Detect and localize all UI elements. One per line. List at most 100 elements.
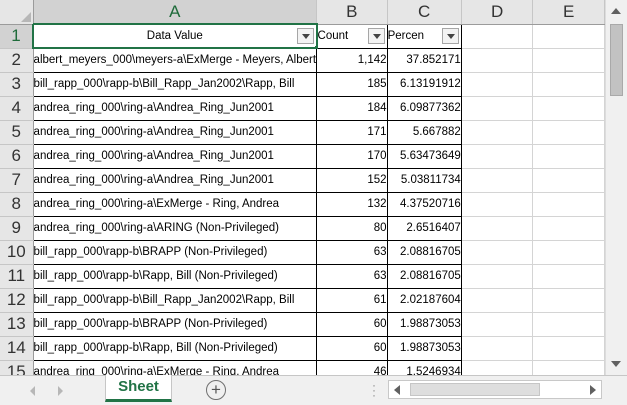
cell-empty-e[interactable] <box>532 288 605 313</box>
cell-empty-d[interactable] <box>461 168 534 193</box>
cell-count[interactable]: 185 <box>316 72 388 97</box>
cell-count[interactable]: 61 <box>316 288 388 313</box>
cell-percent[interactable]: 2.08816705 <box>387 264 462 289</box>
scroll-up-icon[interactable] <box>611 8 621 14</box>
select-all-corner[interactable] <box>0 0 34 25</box>
cell-percent[interactable]: 6.09877362 <box>387 96 462 121</box>
cell-count[interactable]: 1,142 <box>316 48 388 73</box>
cell-empty-e[interactable] <box>532 120 605 145</box>
cell-data-value[interactable]: bill_rapp_000\rapp-b\Rapp, Bill (Non-Pri… <box>32 264 318 289</box>
horizontal-scrollbar[interactable] <box>388 380 602 399</box>
cell-empty-d[interactable] <box>461 240 534 265</box>
spreadsheet-grid[interactable]: A B C D E 1 Data Value Count Percen 2 al… <box>0 0 605 375</box>
cell-d1[interactable] <box>461 24 534 49</box>
cell-empty-e[interactable] <box>532 96 605 121</box>
cell-empty-e[interactable] <box>532 144 605 169</box>
cell-a1-data-value[interactable]: Data Value <box>32 23 318 49</box>
cell-percent[interactable]: 2.02187604 <box>387 288 462 313</box>
column-header-a[interactable]: A <box>33 0 318 25</box>
cell-data-value[interactable]: andrea_ring_000\ring-a\ExMerge - Ring, A… <box>32 360 318 375</box>
filter-dropdown-b-icon[interactable] <box>367 27 385 44</box>
cell-count[interactable]: 132 <box>316 192 388 217</box>
cell-empty-d[interactable] <box>461 144 534 169</box>
row-header[interactable]: 4 <box>0 96 34 121</box>
cell-percent[interactable]: 1.98873053 <box>387 312 462 337</box>
cell-percent[interactable]: 2.08816705 <box>387 240 462 265</box>
scroll-right-icon[interactable] <box>590 385 596 395</box>
cell-count[interactable]: 46 <box>316 360 388 375</box>
row-header[interactable]: 3 <box>0 72 34 97</box>
cell-count[interactable]: 60 <box>316 336 388 361</box>
cell-empty-d[interactable] <box>461 96 534 121</box>
cell-c1-percent[interactable]: Percen <box>387 23 462 49</box>
row-header[interactable]: 7 <box>0 168 34 193</box>
column-header-b[interactable]: B <box>316 0 388 25</box>
column-header-d[interactable]: D <box>461 0 534 25</box>
cell-empty-d[interactable] <box>461 312 534 337</box>
cell-empty-e[interactable] <box>532 336 605 361</box>
cell-data-value[interactable]: andrea_ring_000\ring-a\Andrea_Ring_Jun20… <box>32 120 318 145</box>
cell-data-value[interactable]: andrea_ring_000\ring-a\ARING (Non-Privil… <box>32 216 318 241</box>
cell-empty-e[interactable] <box>532 312 605 337</box>
vertical-scroll-thumb[interactable] <box>610 24 623 96</box>
vertical-scrollbar[interactable] <box>605 0 627 375</box>
scroll-left-icon[interactable] <box>394 385 400 395</box>
sheet-nav-right-icon[interactable] <box>58 386 63 396</box>
cell-empty-e[interactable] <box>532 168 605 193</box>
cell-count[interactable]: 152 <box>316 168 388 193</box>
cell-empty-e[interactable] <box>532 240 605 265</box>
row-header[interactable]: 5 <box>0 120 34 145</box>
scroll-down-icon[interactable] <box>611 361 621 367</box>
cell-count[interactable]: 184 <box>316 96 388 121</box>
cell-empty-e[interactable] <box>532 72 605 97</box>
cell-empty-d[interactable] <box>461 72 534 97</box>
row-header[interactable]: 14 <box>0 336 34 361</box>
cell-empty-d[interactable] <box>461 48 534 73</box>
row-header[interactable]: 11 <box>0 264 34 289</box>
cell-empty-d[interactable] <box>461 216 534 241</box>
cell-b1-count[interactable]: Count <box>316 23 388 49</box>
row-header[interactable]: 10 <box>0 240 34 265</box>
cell-percent[interactable]: 37.852171 <box>387 48 462 73</box>
cell-empty-d[interactable] <box>461 360 534 375</box>
cell-data-value[interactable]: bill_rapp_000\rapp-b\Rapp, Bill (Non-Pri… <box>32 336 318 361</box>
row-header[interactable]: 9 <box>0 216 34 241</box>
row-header[interactable]: 8 <box>0 192 34 217</box>
cell-count[interactable]: 171 <box>316 120 388 145</box>
cell-data-value[interactable]: andrea_ring_000\ring-a\Andrea_Ring_Jun20… <box>32 144 318 169</box>
horizontal-scroll-thumb[interactable] <box>410 383 540 396</box>
row-header[interactable]: 12 <box>0 288 34 313</box>
cell-percent[interactable]: 2.6516407 <box>387 216 462 241</box>
cell-data-value[interactable]: albert_meyers_000\meyers-a\ExMerge - Mey… <box>32 48 318 73</box>
cell-empty-d[interactable] <box>461 288 534 313</box>
add-sheet-icon[interactable]: + <box>206 380 226 400</box>
cell-empty-e[interactable] <box>532 192 605 217</box>
cell-data-value[interactable]: andrea_ring_000\ring-a\Andrea_Ring_Jun20… <box>32 96 318 121</box>
cell-empty-d[interactable] <box>461 120 534 145</box>
cell-data-value[interactable]: bill_rapp_000\rapp-b\Bill_Rapp_Jan2002\R… <box>32 72 318 97</box>
splitter-dots-icon[interactable]: · · · <box>372 379 378 401</box>
cell-data-value[interactable]: andrea_ring_000\ring-a\Andrea_Ring_Jun20… <box>32 168 318 193</box>
cell-percent[interactable]: 1.98873053 <box>387 336 462 361</box>
cell-data-value[interactable]: bill_rapp_000\rapp-b\Bill_Rapp_Jan2002\R… <box>32 288 318 313</box>
cell-empty-e[interactable] <box>532 216 605 241</box>
row-header[interactable]: 15 <box>0 360 34 375</box>
row-header[interactable]: 13 <box>0 312 34 337</box>
sheet-tab[interactable]: Sheet <box>105 375 172 402</box>
row-header[interactable]: 2 <box>0 48 34 73</box>
column-header-c[interactable]: C <box>387 0 462 25</box>
cell-count[interactable]: 80 <box>316 216 388 241</box>
sheet-nav-left-icon[interactable] <box>30 386 35 396</box>
cell-percent[interactable]: 5.03811734 <box>387 168 462 193</box>
cell-count[interactable]: 60 <box>316 312 388 337</box>
cell-empty-d[interactable] <box>461 192 534 217</box>
filter-dropdown-a-icon[interactable] <box>296 28 314 44</box>
row-header-1[interactable]: 1 <box>0 24 35 49</box>
cell-count[interactable]: 63 <box>316 264 388 289</box>
cell-percent[interactable]: 5.667882 <box>387 120 462 145</box>
cell-data-value[interactable]: bill_rapp_000\rapp-b\BRAPP (Non-Privileg… <box>32 240 318 265</box>
cell-count[interactable]: 63 <box>316 240 388 265</box>
cell-empty-e[interactable] <box>532 48 605 73</box>
cell-empty-d[interactable] <box>461 336 534 361</box>
cell-percent[interactable]: 1.5246934 <box>387 360 462 375</box>
